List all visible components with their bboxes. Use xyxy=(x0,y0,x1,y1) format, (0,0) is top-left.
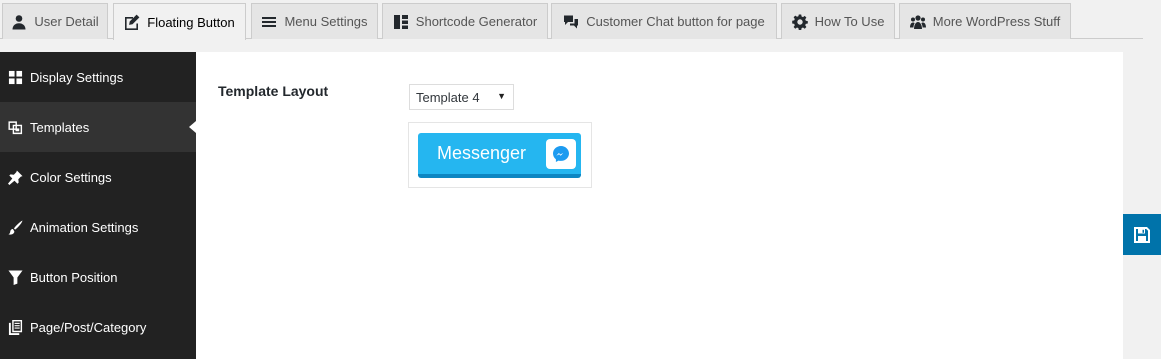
save-icon xyxy=(1134,226,1150,243)
sidebar-item-label: Color Settings xyxy=(30,169,112,185)
users-icon xyxy=(909,14,926,29)
sidebar-item-templates[interactable]: Templates xyxy=(0,102,196,152)
grid-icon xyxy=(8,70,23,84)
save-button[interactable] xyxy=(1123,214,1161,255)
tab-user-detail[interactable]: User Detail xyxy=(2,3,108,39)
dropdown-arrow-icon: ▼ xyxy=(497,91,506,101)
template-layout-label: Template Layout xyxy=(218,83,329,99)
template-layout-select[interactable]: Template 4 ▼ xyxy=(409,84,514,110)
tab-shortcode-generator[interactable]: Shortcode Generator xyxy=(382,3,548,39)
templates-panel: Template Layout Template 4 ▼ Messenger xyxy=(196,52,1123,359)
tab-floating-button[interactable]: Floating Button xyxy=(113,3,246,40)
shortcode-icon xyxy=(393,14,408,29)
messenger-icon xyxy=(546,139,576,169)
sidebar-item-label: Page/Post/Category xyxy=(30,319,147,335)
tab-customer-chat[interactable]: Customer Chat button for page xyxy=(551,3,777,39)
sidebar-item-label: Animation Settings xyxy=(30,219,139,235)
sidebar-item-page-post-category[interactable]: Page/Post/Category xyxy=(0,302,196,352)
select-value: Template 4 xyxy=(416,89,480,105)
template-preview: Messenger xyxy=(408,122,592,188)
pages-icon xyxy=(8,319,23,335)
sidebar-item-label: Templates xyxy=(30,119,90,135)
tab-how-to-use[interactable]: How To Use xyxy=(781,3,895,39)
sidebar-item-animation-settings[interactable]: Animation Settings xyxy=(0,202,196,252)
tab-label: Shortcode Generator xyxy=(415,14,538,29)
tab-menu-settings[interactable]: Menu Settings xyxy=(251,3,378,39)
funnel-icon xyxy=(8,269,23,285)
tab-label: More WordPress Stuff xyxy=(932,14,1061,29)
tab-label: User Detail xyxy=(34,14,99,29)
brush-icon xyxy=(8,219,23,235)
tab-label: Floating Button xyxy=(147,14,235,30)
chat-icon xyxy=(564,15,579,28)
sidebar-item-label: Display Settings xyxy=(30,69,124,85)
tab-label: How To Use xyxy=(814,14,885,29)
messenger-preview-button: Messenger xyxy=(418,133,581,178)
top-tab-bar: User Detail Floating Button Menu Setting… xyxy=(0,0,1143,40)
edit-icon xyxy=(125,14,140,30)
settings-sidebar: Display Settings Templates Color Setting… xyxy=(0,52,196,359)
menu-icon xyxy=(262,16,277,27)
sidebar-item-color-settings[interactable]: Color Settings xyxy=(0,152,196,202)
sidebar-item-label: Button Position xyxy=(30,269,118,285)
sidebar-item-display-settings[interactable]: Display Settings xyxy=(0,52,196,102)
user-icon xyxy=(12,14,26,29)
tab-label: Menu Settings xyxy=(284,14,368,29)
tab-more-wordpress-stuff[interactable]: More WordPress Stuff xyxy=(899,3,1071,39)
sidebar-item-button-position[interactable]: Button Position xyxy=(0,252,196,302)
templates-icon xyxy=(8,120,23,134)
pin-icon xyxy=(8,169,23,185)
tab-label: Customer Chat button for page xyxy=(586,14,765,29)
messenger-button-label: Messenger xyxy=(437,143,527,163)
gear-icon xyxy=(791,14,808,30)
